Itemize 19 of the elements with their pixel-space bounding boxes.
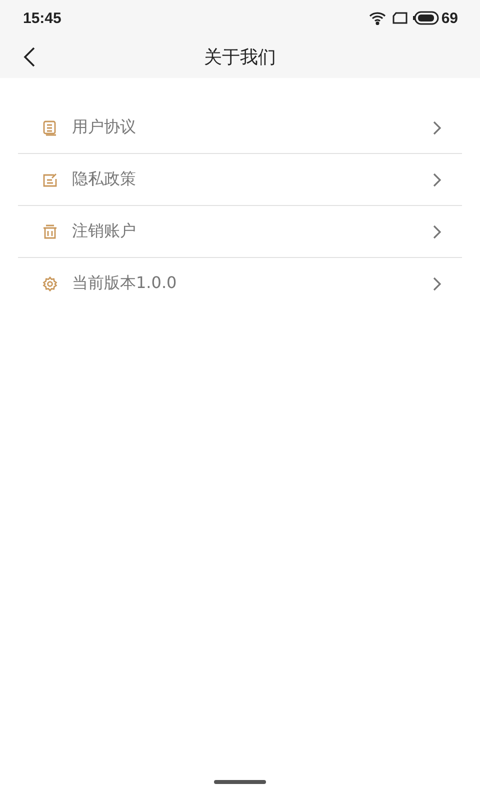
document-icon [42,120,58,136]
back-icon[interactable] [22,46,36,68]
sim-icon [392,12,408,24]
wifi-icon [369,11,388,25]
battery-icon [413,11,440,25]
menu-item[interactable]: 注销账户 [72,221,418,242]
chevron-right-icon [432,224,442,240]
menu-item[interactable]: 用户协议 [72,117,418,138]
chevron-right-icon [432,120,442,136]
status-time: 15:45 [23,10,62,26]
page-title: 关于我们 [204,46,276,69]
menu-item[interactable]: 当前版本1.0.0 [72,273,418,294]
battery-level: 69 [441,10,458,26]
gear-icon [42,276,58,292]
trash-icon [42,224,58,240]
chevron-right-icon [432,172,442,188]
menu-item[interactable]: 隐私政策 [72,169,418,190]
edit-icon [42,172,58,188]
chevron-right-icon [432,276,442,292]
